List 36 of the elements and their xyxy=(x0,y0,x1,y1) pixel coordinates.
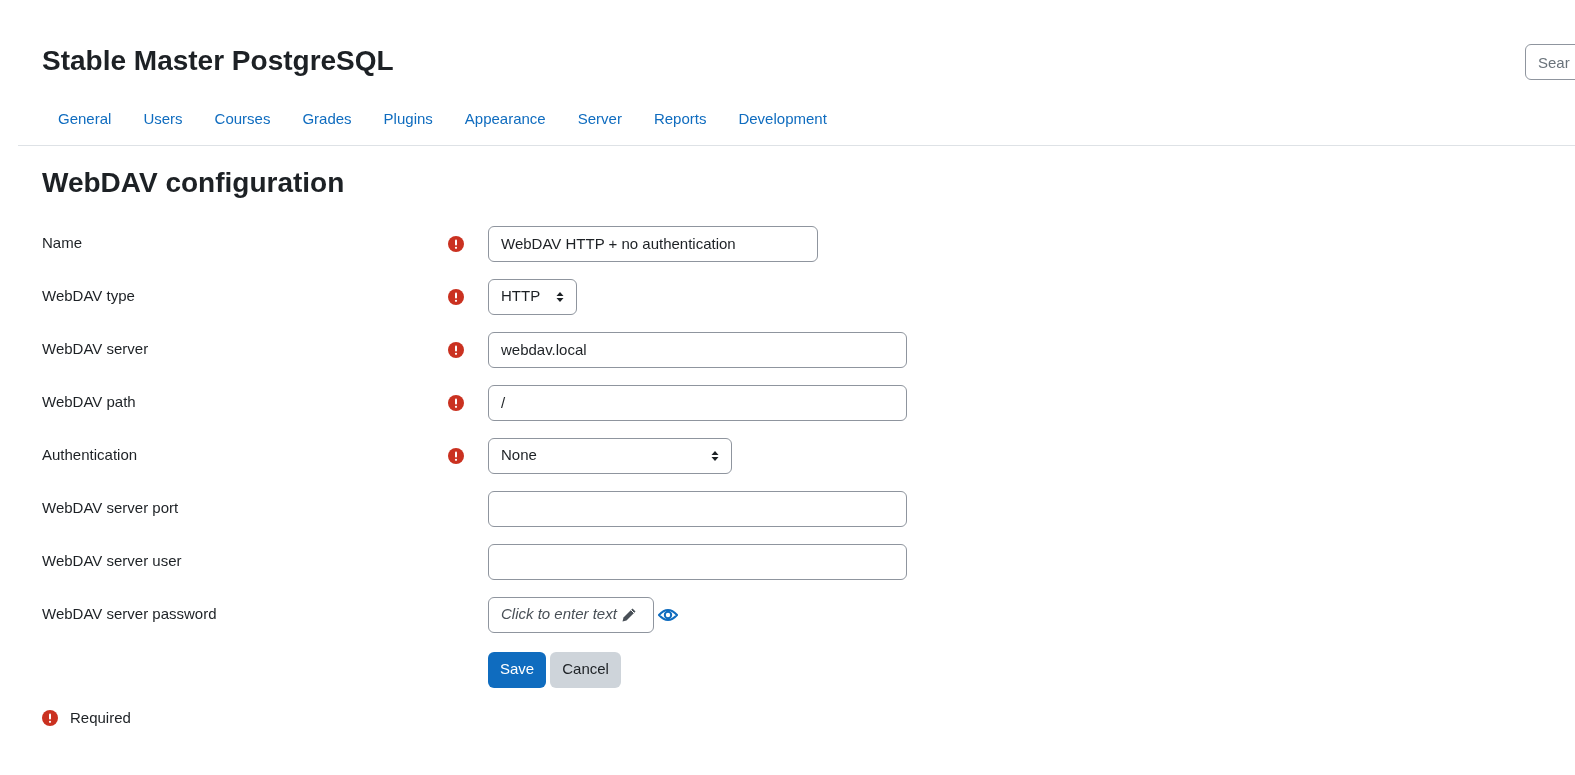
sort-caret-icon xyxy=(711,449,719,462)
nav-tab[interactable]: Users xyxy=(127,100,199,139)
nav-tab[interactable]: Courses xyxy=(198,100,287,139)
field-label: WebDAV server password xyxy=(42,604,218,625)
nav-tab[interactable]: Plugins xyxy=(367,100,449,139)
text-field[interactable]: WebDAV HTTP + no authentication xyxy=(488,225,818,262)
field-label: WebDAV path xyxy=(42,392,137,413)
field-label: Name xyxy=(42,233,83,254)
nav-tab[interactable]: Server xyxy=(561,100,638,139)
cancel-button[interactable]: Cancel xyxy=(550,651,621,688)
required-note: Required xyxy=(70,707,131,728)
nav-tab[interactable]: General xyxy=(42,100,128,139)
field-label: WebDAV server user xyxy=(42,551,183,572)
eye-icon[interactable] xyxy=(658,606,678,623)
text-field[interactable]: / xyxy=(488,384,907,421)
pencil-icon xyxy=(620,606,637,623)
field-label: WebDAV server xyxy=(42,339,150,360)
search-field[interactable]: Sear xyxy=(1525,44,1575,80)
nav-tab[interactable]: Grades xyxy=(286,100,368,139)
select-field[interactable]: HTTP xyxy=(488,278,577,315)
sort-caret-icon xyxy=(556,290,564,303)
password-field[interactable]: Click to enter text xyxy=(488,596,654,633)
text-field[interactable]: webdav.local xyxy=(488,331,907,368)
select-field[interactable]: None xyxy=(488,437,732,474)
nav-tab[interactable]: Reports xyxy=(637,100,723,139)
nav-tab[interactable]: Development xyxy=(722,100,843,139)
text-field[interactable] xyxy=(488,543,907,580)
field-label: WebDAV server port xyxy=(42,498,180,519)
field-label: WebDAV type xyxy=(42,286,136,307)
text-field[interactable] xyxy=(488,490,907,527)
save-button[interactable]: Save xyxy=(488,651,547,688)
nav-tab[interactable]: Appearance xyxy=(448,100,562,139)
site-title: Stable Master PostgreSQL xyxy=(42,44,394,78)
field-label: Authentication xyxy=(42,445,139,466)
required-icon xyxy=(42,709,58,726)
page-heading: WebDAV configuration xyxy=(41,165,346,200)
